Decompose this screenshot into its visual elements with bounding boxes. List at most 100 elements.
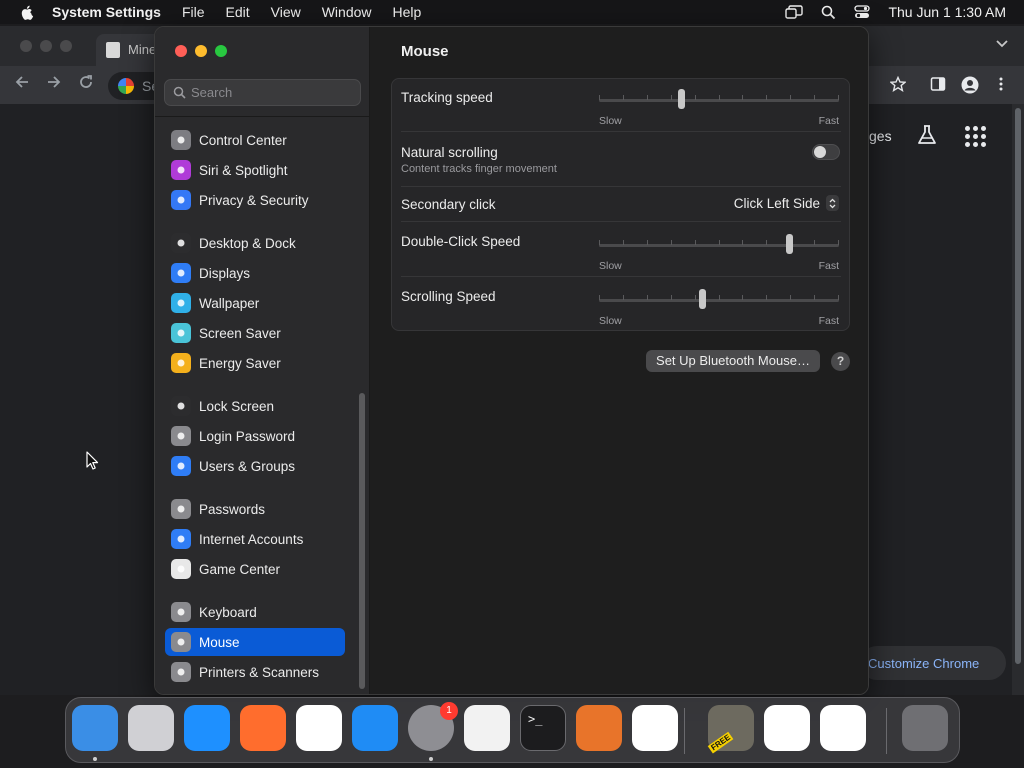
- row-divider: [401, 276, 841, 277]
- trash-icon[interactable]: [902, 705, 948, 751]
- control-center-icon[interactable]: [854, 5, 871, 19]
- slider-tick: [647, 295, 648, 300]
- menu-app-name[interactable]: System Settings: [52, 4, 161, 20]
- sidebar-item-label: Keyboard: [199, 604, 257, 620]
- tab-search-chevron-icon[interactable]: [996, 40, 1008, 48]
- side-panel-icon[interactable]: [930, 76, 946, 92]
- chrome-scrollbar[interactable]: [1012, 104, 1024, 695]
- game-center-icon: [171, 559, 191, 579]
- sidebar-item-game-center[interactable]: Game Center: [165, 555, 345, 583]
- system-settings-icon[interactable]: 1: [408, 702, 458, 751]
- textedit-icon[interactable]: [464, 705, 510, 751]
- firefox-icon[interactable]: [240, 705, 286, 751]
- close-window-button[interactable]: [175, 45, 187, 57]
- google-apps-icon[interactable]: [965, 126, 986, 147]
- sidebar-item-desktop-dock[interactable]: Desktop & Dock: [165, 229, 345, 257]
- sidebar-item-users-groups[interactable]: Users & Groups: [165, 452, 345, 480]
- slider-knob[interactable]: [678, 89, 685, 109]
- labs-flask-icon[interactable]: [916, 124, 938, 146]
- tracking-speed-slider[interactable]: Slow Fast: [599, 89, 839, 127]
- secondary-click-label: Secondary click: [401, 197, 496, 212]
- key-icon: [171, 499, 191, 519]
- page-title: Mouse: [401, 43, 449, 60]
- sidebar-item-login-password[interactable]: Login Password: [165, 422, 345, 450]
- remote-desktop-icon[interactable]: [764, 705, 810, 751]
- search-input[interactable]: [191, 82, 356, 103]
- keyboard-icon: [171, 602, 191, 622]
- powerpoint-icon[interactable]: [820, 705, 866, 751]
- finder-icon[interactable]: [72, 705, 118, 751]
- terminal-icon[interactable]: >_: [520, 705, 566, 751]
- reload-icon[interactable]: [78, 74, 94, 90]
- slider-min-label: Slow: [599, 115, 622, 127]
- statue-app-icon[interactable]: FREE: [707, 705, 754, 754]
- sidebar-item-mouse[interactable]: Mouse: [165, 628, 345, 656]
- ntp-images-link[interactable]: ges: [869, 128, 892, 144]
- vscode-icon[interactable]: [632, 705, 678, 751]
- back-arrow-icon[interactable]: [14, 74, 30, 90]
- sidebar-item-partial[interactable]: [165, 111, 345, 119]
- menu-help[interactable]: Help: [393, 4, 422, 20]
- sidebar-item-label: Privacy & Security: [199, 192, 309, 208]
- sidebar-item-wallpaper[interactable]: Wallpaper: [165, 289, 345, 317]
- help-button[interactable]: ?: [831, 352, 850, 371]
- app-store-icon[interactable]: [352, 705, 398, 751]
- sidebar-item-displays[interactable]: Displays: [165, 259, 345, 287]
- settings-search[interactable]: [164, 79, 361, 106]
- slider-max-label: Fast: [818, 260, 839, 272]
- sidebar-item-privacy-security[interactable]: Privacy & Security: [165, 186, 345, 214]
- sidebar-item-internet-accounts[interactable]: Internet Accounts: [165, 525, 345, 553]
- apple-icon[interactable]: [18, 3, 36, 21]
- chrome-icon[interactable]: [296, 705, 342, 751]
- spotlight-search-icon[interactable]: [821, 5, 836, 20]
- sidebar-item-energy-saver[interactable]: Energy Saver: [165, 349, 345, 377]
- secondary-click-select[interactable]: Click Left Side: [734, 195, 839, 211]
- setup-bluetooth-mouse-button[interactable]: Set Up Bluetooth Mouse…: [646, 350, 820, 372]
- slider-knob[interactable]: [699, 289, 706, 309]
- slider-knob[interactable]: [786, 234, 793, 254]
- slider-tick: [599, 240, 600, 245]
- sidebar-item-screen-saver[interactable]: Screen Saver: [165, 319, 345, 347]
- safari-icon[interactable]: [184, 705, 230, 751]
- sidebar-item-lock-screen[interactable]: Lock Screen: [165, 392, 345, 420]
- screen-mirroring-icon[interactable]: [785, 5, 804, 19]
- at-icon: [171, 529, 191, 549]
- sidebar-item-printers-scanners[interactable]: Printers & Scanners: [165, 658, 345, 686]
- slider-tick: [671, 95, 672, 100]
- slider-min-label: Slow: [599, 260, 622, 272]
- sidebar-item-control-center[interactable]: Control Center: [165, 126, 345, 154]
- forward-arrow-icon[interactable]: [46, 74, 62, 90]
- slider-tick: [838, 240, 839, 245]
- sidebar-item-label: Internet Accounts: [199, 531, 304, 547]
- natural-scrolling-toggle[interactable]: [812, 144, 840, 160]
- launchpad-icon[interactable]: [128, 705, 174, 751]
- menu-view[interactable]: View: [271, 4, 301, 20]
- slider-tick: [766, 95, 767, 100]
- menu-edit[interactable]: Edit: [226, 4, 250, 20]
- sidebar-item-label: Printers & Scanners: [199, 664, 320, 680]
- scrolling-speed-slider[interactable]: Slow Fast: [599, 289, 839, 327]
- garageband-icon[interactable]: [576, 705, 622, 751]
- sidebar-item-label: Passwords: [199, 501, 266, 517]
- menu-clock[interactable]: Thu Jun 1 1:30 AM: [888, 4, 1006, 20]
- double-click-speed-slider[interactable]: Slow Fast: [599, 234, 839, 272]
- chrome-menu-icon[interactable]: [998, 76, 1004, 92]
- bookmark-star-icon[interactable]: [890, 76, 906, 92]
- menu-window[interactable]: Window: [322, 4, 372, 20]
- profile-icon[interactable]: [961, 76, 979, 94]
- sidebar-item-keyboard[interactable]: Keyboard: [165, 598, 345, 626]
- customize-chrome-button[interactable]: Customize Chrome: [860, 646, 1006, 680]
- minimize-window-button[interactable]: [195, 45, 207, 57]
- sidebar-item-siri-spotlight[interactable]: Siri & Spotlight: [165, 156, 345, 184]
- slider-tick: [742, 95, 743, 100]
- sidebar-item-label: Users & Groups: [199, 458, 296, 474]
- sidebar-item-passwords[interactable]: Passwords: [165, 495, 345, 523]
- menu-file[interactable]: File: [182, 4, 205, 20]
- zoom-window-button[interactable]: [215, 45, 227, 57]
- sidebar-scrollbar[interactable]: [359, 393, 365, 689]
- terminal-prompt-icon: >_: [528, 712, 543, 726]
- sidebar-item-label: Game Center: [199, 561, 281, 577]
- bulb-icon: [171, 353, 191, 373]
- slider-tick: [790, 295, 791, 300]
- slider-tick: [766, 240, 767, 245]
